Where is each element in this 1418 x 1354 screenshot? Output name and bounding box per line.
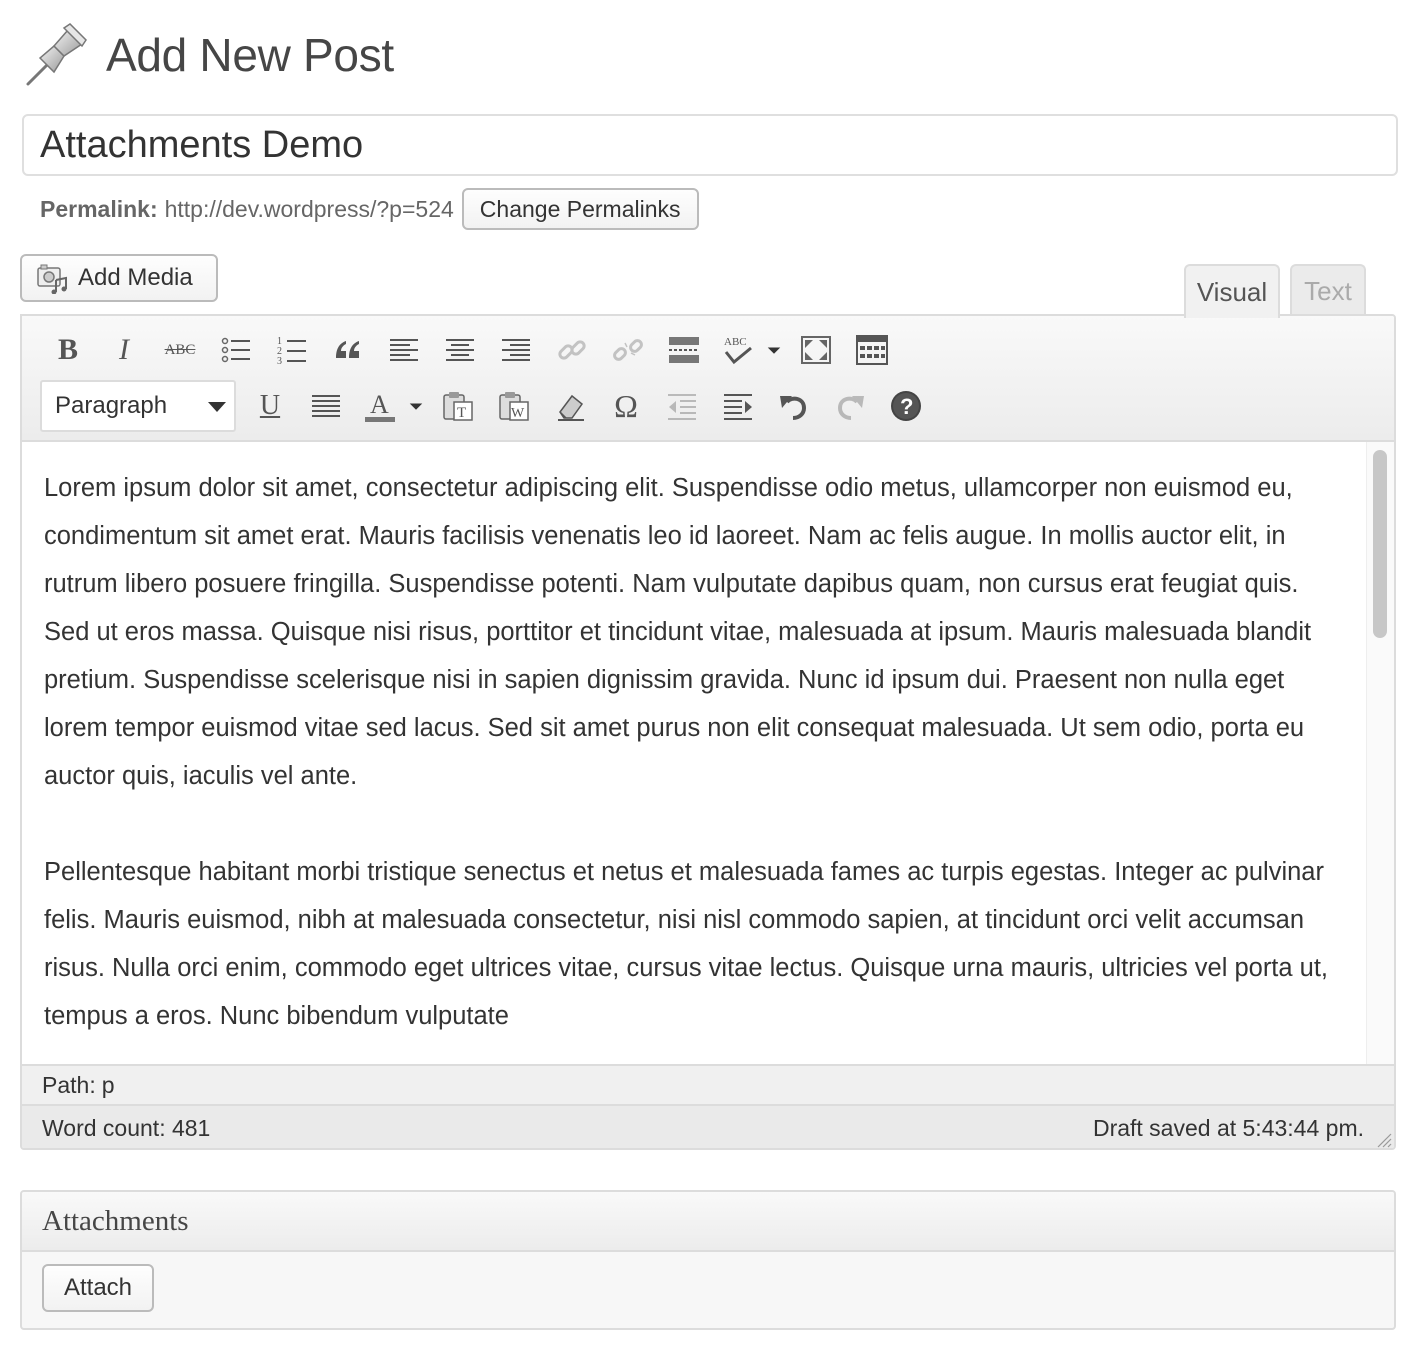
redo-icon — [837, 396, 864, 420]
permalink-label: Permalink: — [40, 195, 158, 222]
status-bar: Word count: 481 Draft saved at 5:43:44 p… — [22, 1106, 1394, 1148]
spellcheck-icon: ABC — [724, 336, 752, 365]
add-media-icon — [37, 264, 67, 294]
numbered-list-button[interactable]: 123 — [272, 330, 312, 370]
path-bar: Path: p — [22, 1064, 1394, 1106]
more-tag-icon — [669, 337, 699, 363]
bulleted-list-icon — [221, 337, 250, 363]
tab-text[interactable]: Text — [1290, 264, 1366, 316]
align-center-button[interactable] — [440, 330, 480, 370]
permalink-url[interactable]: http://dev.wordpress/?p=524 — [165, 196, 454, 223]
help-icon: ? — [891, 391, 921, 421]
svg-text:3: 3 — [277, 356, 282, 366]
insert-link-icon — [558, 340, 586, 360]
tab-visual[interactable]: Visual — [1184, 264, 1280, 318]
indent-icon — [724, 394, 752, 420]
svg-text:A: A — [370, 390, 389, 419]
justify-icon — [312, 395, 340, 417]
redo-button[interactable] — [830, 386, 870, 426]
clear-formatting-button[interactable] — [550, 386, 590, 426]
more-tag-button[interactable] — [664, 330, 704, 370]
undo-button[interactable] — [774, 386, 814, 426]
unlink-button[interactable] — [608, 330, 648, 370]
justify-button[interactable] — [306, 386, 346, 426]
post-editor: B I ABC 123 ABC Paragraph U A T W Ω ? Lo… — [20, 314, 1396, 1150]
spellcheck-dropdown[interactable] — [762, 330, 786, 370]
bold-icon: B — [57, 333, 78, 366]
clear-formatting-icon — [558, 394, 584, 421]
underline-button[interactable]: U — [250, 386, 290, 426]
help-button[interactable]: ? — [886, 386, 926, 426]
content-paragraph: Pellentesque habitant morbi tristique se… — [44, 858, 1329, 1030]
numbered-list-icon: 123 — [277, 336, 306, 366]
fullscreen-icon — [801, 336, 831, 364]
post-title-input[interactable] — [22, 114, 1398, 176]
change-permalinks-button[interactable]: Change Permalinks — [461, 188, 699, 230]
fullscreen-button[interactable] — [796, 330, 836, 370]
paste-as-text-button[interactable]: T — [438, 386, 478, 426]
path-element[interactable]: p — [102, 1072, 115, 1099]
align-right-button[interactable] — [496, 330, 536, 370]
align-right-icon — [502, 339, 530, 361]
kitchen-sink-icon — [856, 335, 888, 365]
svg-text:W: W — [511, 406, 525, 421]
scrollbar-thumb[interactable] — [1373, 450, 1387, 638]
editor-scrollbar[interactable] — [1366, 442, 1394, 1064]
italic-icon: I — [119, 333, 129, 366]
italic-button[interactable]: I — [104, 330, 144, 370]
outdent-icon — [668, 394, 696, 420]
svg-text:ABC: ABC — [724, 336, 747, 348]
page-title: Add New Post — [106, 29, 394, 81]
caret-down-icon — [409, 403, 423, 410]
strikethrough-button[interactable]: ABC — [160, 330, 200, 370]
insert-link-button[interactable] — [552, 330, 592, 370]
align-left-icon — [390, 339, 418, 361]
undo-icon — [780, 396, 807, 420]
path-label: Path: — [42, 1071, 96, 1098]
underline-icon: U — [259, 390, 281, 421]
special-character-icon: Ω — [614, 387, 638, 424]
caret-down-icon — [208, 402, 226, 412]
attach-button[interactable]: Attach — [42, 1264, 154, 1312]
editor-content[interactable]: Lorem ipsum dolor sit amet, consectetur … — [22, 442, 1370, 1064]
draft-status: Draft saved at 5:43:44 pm. — [1092, 1114, 1364, 1141]
word-count: Word count: 481 — [42, 1114, 211, 1141]
blockquote-button[interactable] — [328, 330, 368, 370]
unlink-icon — [613, 339, 643, 361]
align-center-icon — [446, 339, 474, 361]
paste-from-word-icon: W — [499, 392, 529, 421]
text-color-icon: A — [365, 390, 395, 422]
pushpin-icon — [26, 23, 87, 86]
content-paragraph: Lorem ipsum dolor sit amet, consectetur … — [44, 474, 1312, 790]
bulleted-list-button[interactable] — [216, 330, 256, 370]
blockquote-icon — [336, 341, 359, 358]
page-header: Add New Post — [24, 22, 394, 88]
indent-button[interactable] — [718, 386, 758, 426]
text-color-dropdown[interactable] — [404, 386, 428, 426]
caret-down-icon — [767, 347, 781, 354]
spellcheck-button[interactable]: ABC — [718, 330, 758, 370]
align-left-button[interactable] — [384, 330, 424, 370]
special-character-button[interactable]: Ω — [606, 386, 646, 426]
editor-toolbar: B I ABC 123 ABC Paragraph U A T W Ω ? — [22, 316, 1394, 442]
permalink-row: Permalink: http://dev.wordpress/?p=524 C… — [40, 188, 699, 230]
attachments-header[interactable]: Attachments — [22, 1192, 1394, 1252]
format-select-value: Paragraph — [55, 392, 168, 419]
svg-text:T: T — [457, 405, 466, 421]
paste-from-word-button[interactable]: W — [494, 386, 534, 426]
format-select[interactable]: Paragraph — [40, 380, 236, 432]
add-media-button[interactable]: Add Media — [20, 254, 218, 302]
paste-as-text-icon: T — [443, 392, 473, 421]
kitchen-sink-button[interactable] — [852, 330, 892, 370]
attachments-metabox: Attachments Attach — [20, 1190, 1396, 1330]
svg-text:?: ? — [900, 394, 913, 419]
strikethrough-icon: ABC — [164, 341, 196, 358]
resize-handle-icon[interactable] — [1374, 1130, 1392, 1148]
text-color-button[interactable]: A — [360, 386, 400, 426]
bold-button[interactable]: B — [48, 330, 88, 370]
add-media-label: Add Media — [78, 264, 193, 291]
outdent-button[interactable] — [662, 386, 702, 426]
